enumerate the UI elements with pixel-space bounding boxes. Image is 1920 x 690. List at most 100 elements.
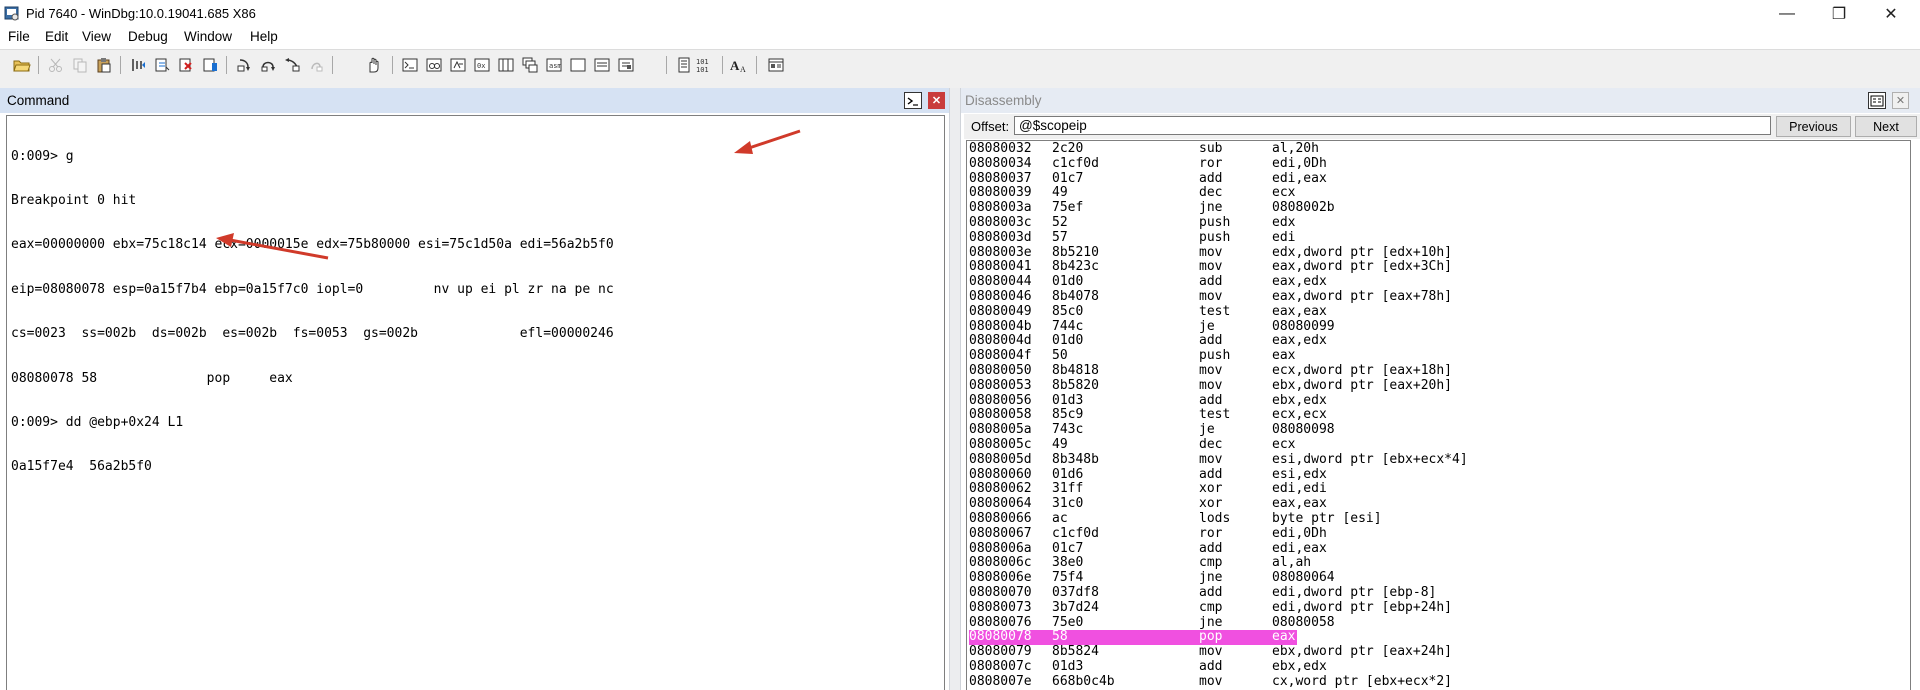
disassembly-row[interactable]: 0808005d 8b348b mov esi,dword ptr [ebx+ecx*…: [969, 452, 1909, 468]
paste-icon[interactable]: [94, 55, 114, 75]
disassembly-row[interactable]: 08080050 8b4818 mov ecx,dword ptr [eax+18h]: [969, 363, 1909, 379]
restore-button[interactable]: ❐: [1816, 0, 1862, 27]
font-window-icon[interactable]: [616, 55, 636, 75]
disassembly-address: 08080070: [969, 585, 1032, 600]
command-output-text: 0:009> g Breakpoint 0 hit eax=00000000 e…: [11, 120, 614, 505]
disassembly-window-icon[interactable]: asm: [544, 55, 564, 75]
command-window-icon[interactable]: [904, 92, 922, 109]
disassembly-row[interactable]: 08080079 8b5824 mov ebx,dword ptr [eax+24h]: [969, 644, 1909, 660]
close-button[interactable]: ✕: [1868, 0, 1914, 27]
disassembly-row[interactable]: 08080056 01d3 add ebx,edx: [969, 393, 1909, 409]
disassembly-opcode-bytes: 31ff: [1052, 481, 1084, 497]
hex-mode-icon[interactable]: 101 101: [696, 55, 716, 75]
options-icon[interactable]: [766, 55, 786, 75]
disassembly-row[interactable]: 08080044 01d0 add eax,edx: [969, 274, 1909, 290]
disassembly-operands: ecx: [1272, 185, 1296, 201]
pane-splitter[interactable]: [949, 88, 961, 690]
go-icon[interactable]: [128, 55, 148, 75]
disassembly-row[interactable]: 08080073 3b7d24 cmp edi,dword ptr [ebp+24h]: [969, 599, 1909, 616]
disassembly-row[interactable]: 0808004d 01d0 add eax,edx: [969, 334, 1909, 349]
minimize-button[interactable]: —: [1764, 0, 1810, 27]
break-icon[interactable]: [200, 55, 220, 75]
disassembly-mnemonic: jne: [1199, 200, 1223, 216]
disassembly-row[interactable]: 0808006a 01c7 add edi,eax: [969, 540, 1909, 557]
disassembly-row[interactable]: 0808005a 743c je 08080098: [969, 422, 1909, 438]
disassembly-row[interactable]: 0808003c 52 push edx: [969, 215, 1909, 231]
disassembly-row[interactable]: 08080039 49 dec ecx: [969, 186, 1909, 201]
disassembly-row[interactable]: 0808007c 01d3 add ebx,edx: [969, 659, 1909, 675]
step-out-icon[interactable]: [282, 55, 302, 75]
registers-window-icon[interactable]: 0x: [472, 55, 492, 75]
disassembly-row[interactable]: 0808005c 49 dec ecx: [969, 437, 1909, 453]
disassembly-operands: edi,dword ptr [ebp+24h]: [1272, 599, 1453, 615]
menu-view[interactable]: View: [82, 29, 111, 44]
previous-button[interactable]: Previous: [1776, 116, 1851, 137]
disassembly-row[interactable]: 08080037 01c7 add edi,eax: [969, 170, 1909, 187]
font-icon[interactable]: AA: [730, 55, 750, 75]
command-pane-close-icon[interactable]: ✕: [928, 92, 945, 109]
disassembly-row[interactable]: 08080076 75e0 jne 08080058: [969, 615, 1909, 631]
disassembly-pane-close-icon[interactable]: ✕: [1892, 92, 1909, 109]
stop-debugging-icon[interactable]: [176, 55, 196, 75]
scratch-pad-icon[interactable]: [568, 55, 588, 75]
restart-icon[interactable]: [152, 55, 172, 75]
disassembly-row[interactable]: 08080053 8b5820 mov ebx,dword ptr [eax+20h]: [969, 378, 1909, 394]
disassembly-row[interactable]: 08080041 8b423c mov eax,dword ptr [edx+3Ch]: [969, 260, 1909, 275]
hand-icon[interactable]: [364, 55, 384, 75]
disassembly-opcode-bytes: 49: [1052, 185, 1068, 201]
command-output[interactable]: 0:009> g Breakpoint 0 hit eax=00000000 e…: [6, 115, 945, 690]
menu-debug[interactable]: Debug: [128, 29, 168, 44]
disassembly-row[interactable]: 08080070 037df8 add edi,dword ptr [ebp-8]: [969, 585, 1909, 601]
offset-input[interactable]: [1014, 116, 1771, 135]
disassembly-row[interactable]: 08080060 01d6 add esi,edx: [969, 466, 1909, 483]
disassembly-row[interactable]: 08080032 2c20 sub al,20h: [969, 141, 1909, 157]
memory-window-icon[interactable]: [496, 55, 516, 75]
disassembly-row[interactable]: 08080067 c1cf0d ror edi,0Dh: [969, 525, 1909, 542]
step-over-icon[interactable]: [258, 55, 278, 75]
menu-edit[interactable]: Edit: [45, 29, 68, 44]
call-stack-icon[interactable]: [520, 55, 540, 75]
source-mode-icon[interactable]: [674, 55, 694, 75]
disassembly-row[interactable]: 08080058 85c9 test ecx,ecx: [969, 408, 1909, 423]
disassembly-row[interactable]: 08080046 8b4078 mov eax,dword ptr [eax+78h]: [969, 289, 1909, 305]
disassembly-row[interactable]: 08080062 31ff xor edi,edi: [969, 482, 1909, 497]
disassembly-mnemonic: push: [1199, 215, 1231, 230]
disassembly-row[interactable]: 0808003d 57 push edi: [969, 230, 1909, 246]
command-line: Breakpoint 0 hit: [11, 192, 137, 208]
disassembly-operands: esi,edx: [1272, 466, 1327, 482]
disassembly-row[interactable]: 08080064 31c0 xor eax,eax: [969, 496, 1909, 512]
disassembly-row[interactable]: 08080049 85c0 test eax,eax: [969, 304, 1909, 320]
disassembly-row[interactable]: 0808007e 668b0c4b mov cx,word ptr [ebx+ecx*…: [969, 673, 1909, 690]
disassembly-address: 08080044: [969, 274, 1032, 290]
disassembly-address: 08080067: [969, 525, 1032, 541]
open-icon[interactable]: [12, 55, 32, 75]
annotation-arrow-dd-result: [216, 233, 329, 260]
disassembly-listing[interactable]: 08080032 2c20 sub al,20h 08080034 c1cf0d ror ed…: [966, 140, 1911, 690]
disassembly-row[interactable]: 0808004f 50 push eax: [969, 348, 1909, 364]
disassembly-address: 0808006c: [969, 555, 1032, 571]
locals-window-icon[interactable]: [448, 55, 468, 75]
disassembly-row[interactable]: 0808003e 8b5210 mov edx,dword ptr [edx+10h]: [969, 245, 1909, 261]
menu-file[interactable]: File: [8, 29, 30, 44]
disassembly-current-row[interactable]: 08080078 58 pop eax: [969, 630, 1909, 646]
disassembly-address: 0808005c: [969, 437, 1032, 452]
disassembly-operands: 08080098: [1272, 422, 1335, 438]
disassembly-row[interactable]: 0808006c 38e0 cmp al,ah: [969, 556, 1909, 571]
disassembly-operands: eax,dword ptr [eax+78h]: [1272, 289, 1453, 304]
disassembly-row[interactable]: 0808006e 75f4 jne 08080064: [969, 570, 1909, 586]
disassembly-opcode-bytes: 01c7: [1052, 170, 1084, 186]
disassembly-row[interactable]: 08080066 ac lods byte ptr [esi]: [969, 511, 1909, 527]
disassembly-row[interactable]: 0808004b 744c je 08080099: [969, 319, 1909, 335]
step-into-icon[interactable]: [234, 55, 254, 75]
processes-threads-icon[interactable]: [592, 55, 612, 75]
next-button[interactable]: Next: [1855, 116, 1917, 137]
watch-window-icon[interactable]: [424, 55, 444, 75]
disassembly-address: 0808007e: [969, 673, 1032, 689]
disassembly-window-icon[interactable]: [1868, 92, 1886, 109]
disassembly-row[interactable]: 0808003a 75ef jne 0808002b: [969, 200, 1909, 216]
disassembly-row[interactable]: 08080034 c1cf0d ror edi,0Dh: [969, 156, 1909, 172]
command-window-icon[interactable]: [400, 55, 420, 75]
disassembly-address: 0808006a: [969, 540, 1032, 556]
menu-help[interactable]: Help: [250, 29, 278, 44]
menu-window[interactable]: Window: [184, 29, 232, 44]
